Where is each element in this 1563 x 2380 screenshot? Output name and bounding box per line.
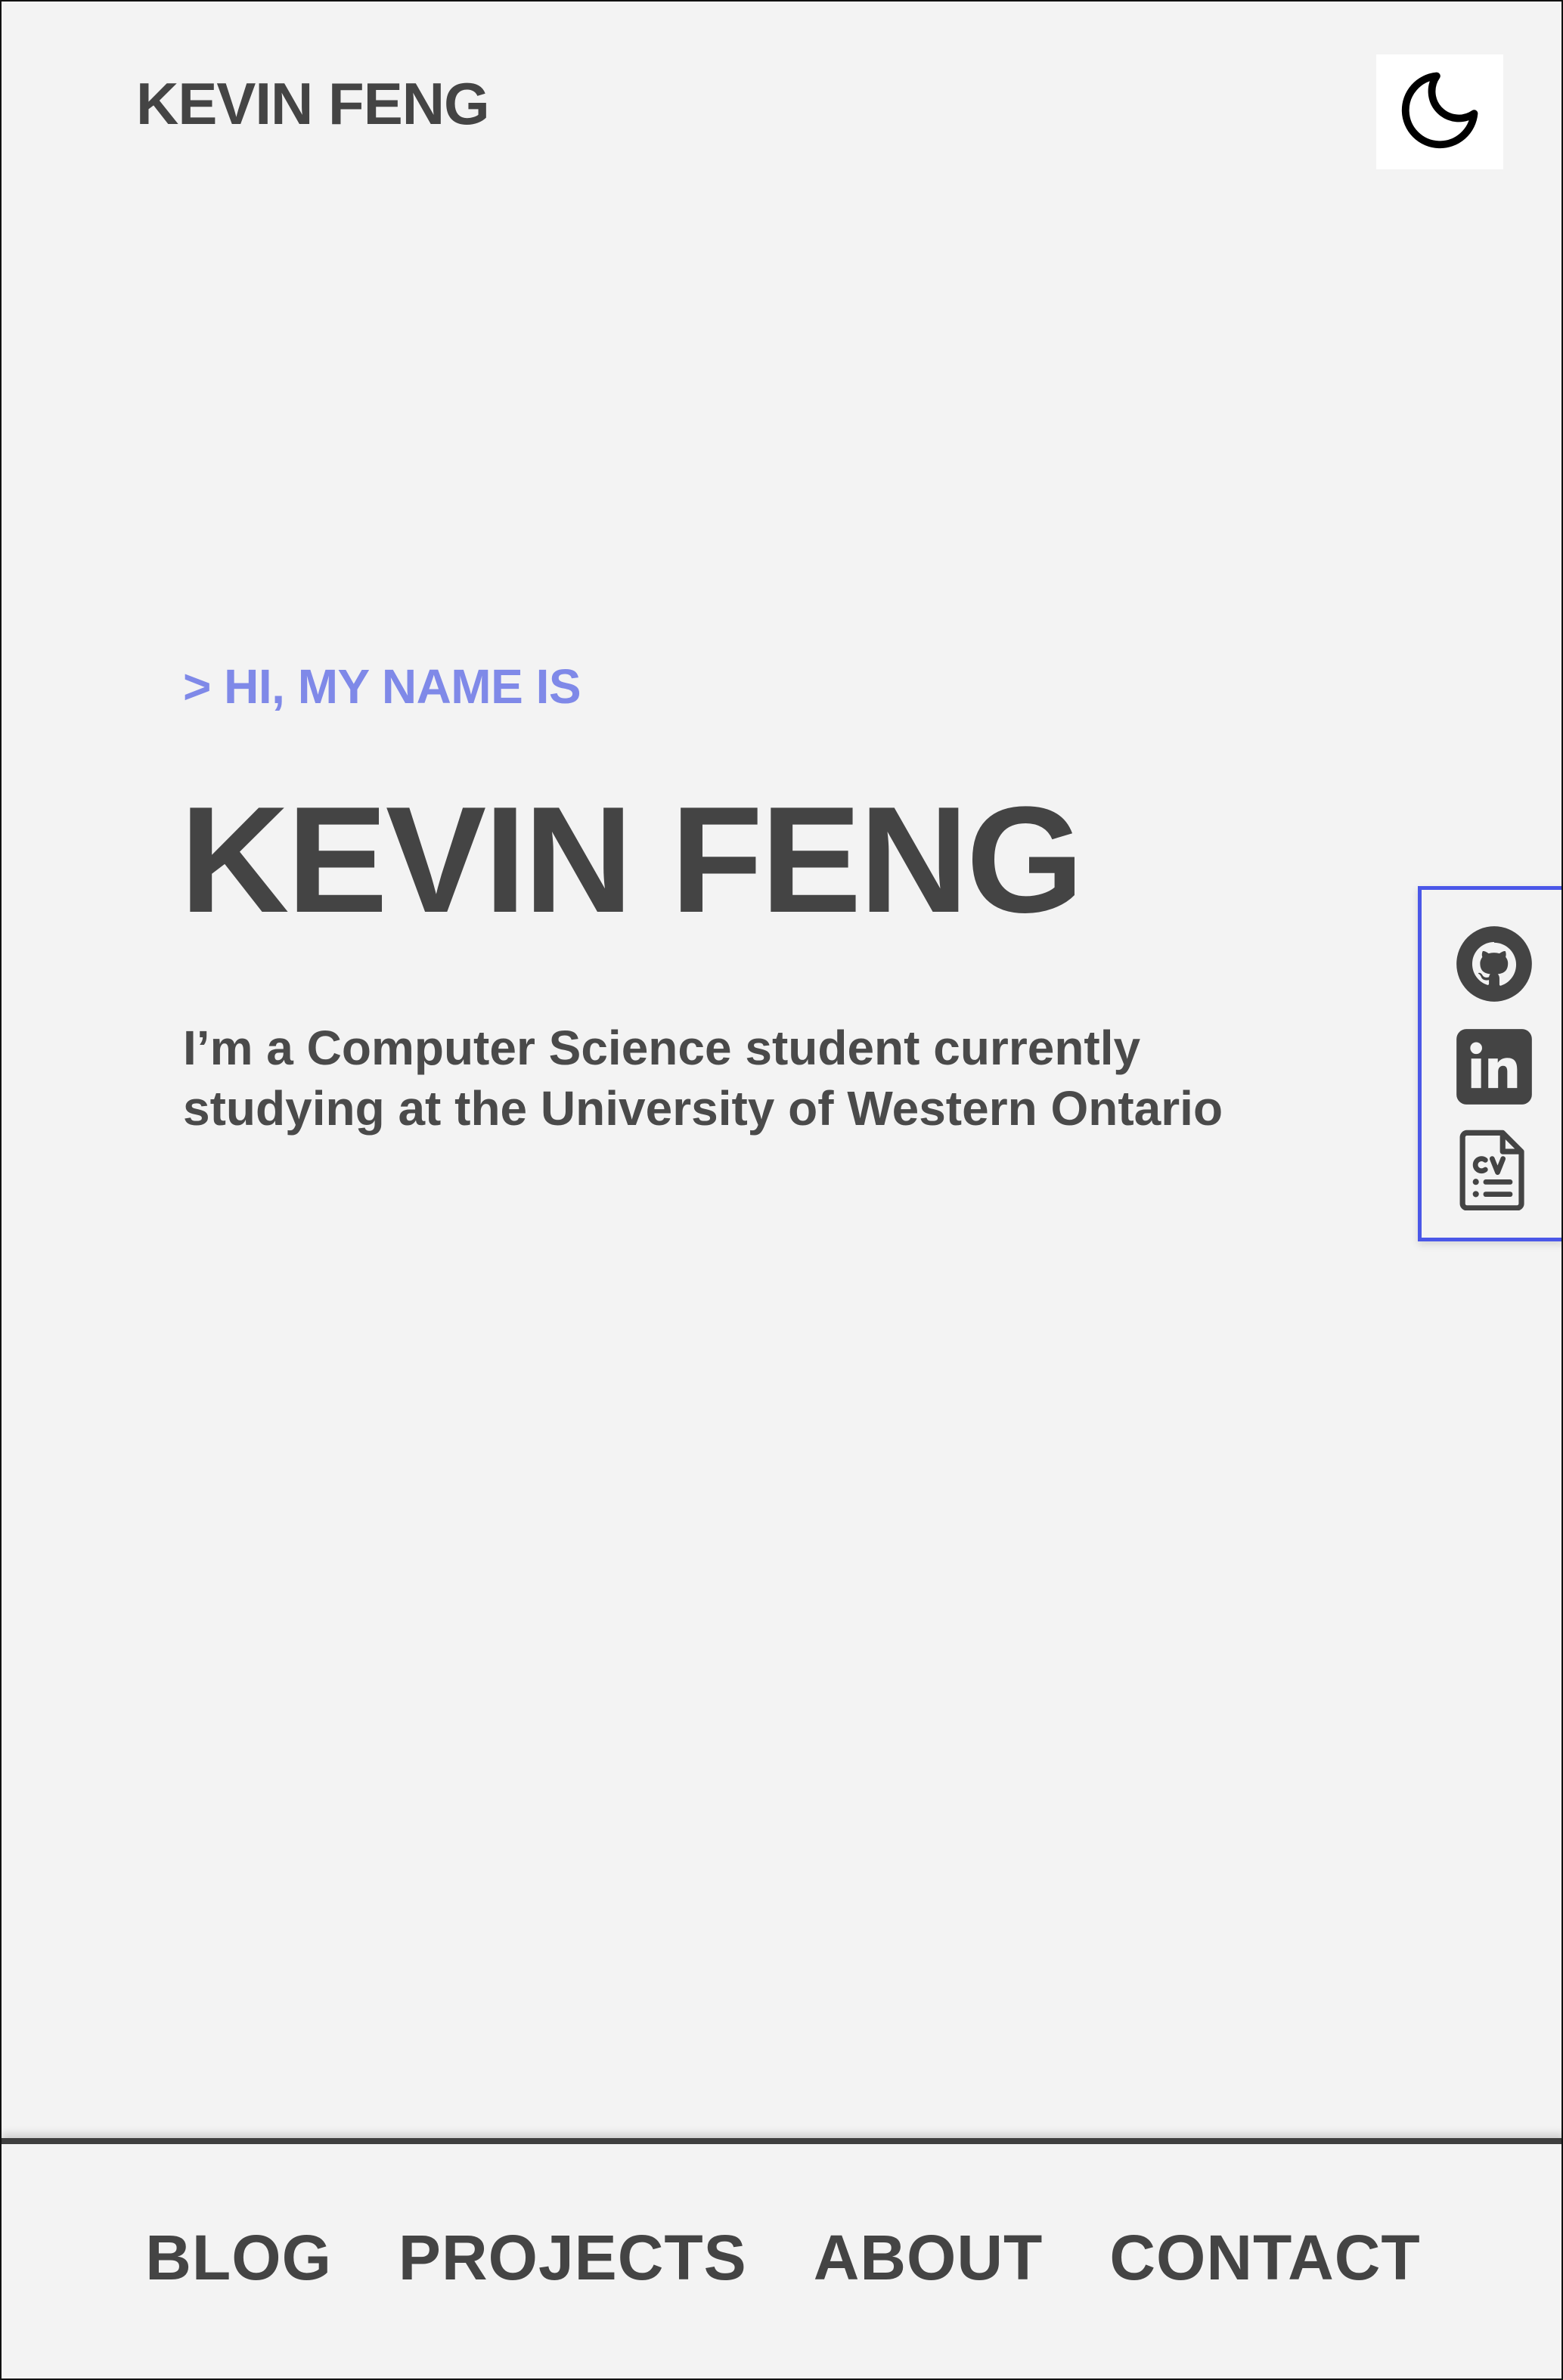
page-frame: KEVIN FENG > HI, MY NAME IS KEVIN FENG I… (0, 0, 1563, 2380)
linkedin-link[interactable] (1452, 1026, 1537, 1111)
site-brand[interactable]: KEVIN FENG (136, 74, 490, 133)
hero-name: KEVIN FENG (180, 776, 1084, 944)
linkedin-icon (1455, 1027, 1534, 1110)
nav-links: BLOG PROJECTS ABOUT CONTACT (2, 2226, 1561, 2289)
moon-icon (1393, 64, 1487, 161)
github-icon (1455, 925, 1534, 1007)
github-link[interactable] (1452, 923, 1537, 1008)
nav-item-about[interactable]: ABOUT (814, 2226, 1044, 2289)
hero-kicker: > HI, MY NAME IS (183, 659, 581, 714)
theme-toggle-button[interactable] (1376, 54, 1503, 169)
cv-link[interactable] (1452, 1129, 1537, 1213)
cv-document-icon (1456, 1129, 1532, 1214)
hero-description: I’m a Computer Science student currently… (183, 1021, 1223, 1136)
bottom-nav-bar: BLOG PROJECTS ABOUT CONTACT (2, 2138, 1561, 2378)
nav-item-blog[interactable]: BLOG (145, 2226, 332, 2289)
social-links-panel (1418, 886, 1561, 1241)
nav-item-contact[interactable]: CONTACT (1109, 2226, 1420, 2289)
nav-item-projects[interactable]: PROJECTS (399, 2226, 747, 2289)
